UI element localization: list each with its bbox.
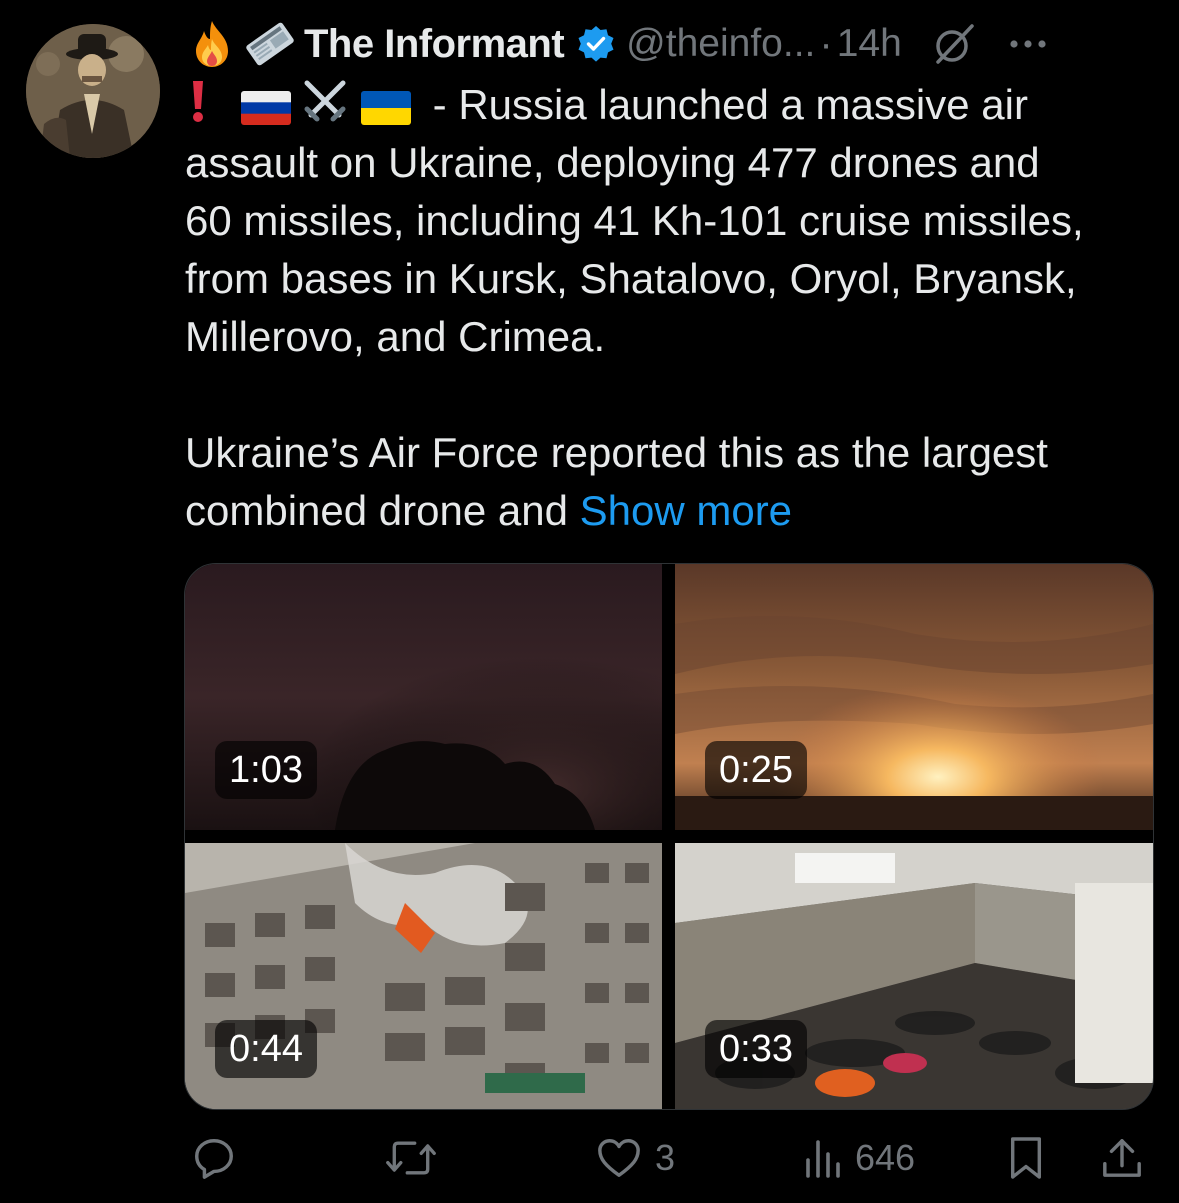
- retweet-button[interactable]: [385, 1130, 449, 1186]
- newspaper-emoji-icon: [244, 20, 296, 68]
- author-handle[interactable]: @theinfo...: [626, 22, 815, 66]
- show-more-link[interactable]: Show more: [580, 487, 792, 534]
- time-separator: ·: [819, 21, 833, 66]
- video-duration-badge: 0:44: [215, 1020, 317, 1078]
- verified-badge-icon[interactable]: [576, 24, 616, 64]
- tweet-text-line-5: Millerovo, and Crimea.: [185, 313, 606, 360]
- tweet-text-segment: - Russia launched a massive air: [421, 81, 1028, 128]
- video-thumbnail-3[interactable]: 0:44: [185, 843, 662, 1109]
- heart-icon: [598, 1139, 640, 1177]
- views-button[interactable]: 646: [803, 1130, 915, 1186]
- tweet-text-line-6: Ukraine’s Air Force reported this as the…: [185, 429, 1048, 476]
- share-icon: [1103, 1139, 1141, 1177]
- retweet-icon: [386, 1141, 436, 1175]
- like-button[interactable]: 3: [595, 1130, 675, 1186]
- media-grid: 1:03 0:25 0:44 0:33: [184, 563, 1154, 1110]
- tweet-text-line-2: assault on Ukraine, deploying 477 drones…: [185, 139, 1040, 186]
- ukraine-flag-emoji-icon: [361, 82, 411, 125]
- share-button[interactable]: [1101, 1130, 1143, 1186]
- tweet-header: The Informant @theinfo... · 14h: [190, 16, 1048, 72]
- video-thumbnail-2[interactable]: 0:25: [675, 564, 1153, 830]
- views-count: 646: [855, 1137, 916, 1178]
- video-duration-badge: 0:25: [705, 741, 807, 799]
- tweet-timestamp[interactable]: 14h: [837, 22, 902, 66]
- video-thumbnail-4[interactable]: 0:33: [675, 843, 1153, 1109]
- more-options-icon[interactable]: [1008, 38, 1048, 50]
- video-thumbnail-1[interactable]: 1:03: [185, 564, 662, 830]
- tweet-text-line-7: combined drone and Show more: [185, 482, 1160, 540]
- bookmark-icon: [1010, 1137, 1042, 1179]
- video-duration-badge: 0:33: [705, 1020, 807, 1078]
- grok-icon[interactable]: [932, 22, 976, 66]
- bookmark-button[interactable]: [1007, 1130, 1045, 1186]
- reply-icon: [195, 1139, 233, 1179]
- tweet-text-line-3: 60 missiles, including 41 Kh-101 cruise …: [185, 197, 1084, 244]
- author-avatar[interactable]: [26, 24, 160, 158]
- tweet-body: - Russia launched a massive air assault …: [185, 76, 1160, 540]
- author-display-name[interactable]: The Informant: [304, 22, 565, 67]
- avatar-portrait-icon: [26, 24, 160, 158]
- fire-emoji-icon: [190, 19, 234, 69]
- tweet-text-line-4: from bases in Kursk, Shatalovo, Oryol, B…: [185, 255, 1077, 302]
- tweet-text-line-1: - Russia launched a massive air: [185, 76, 1160, 134]
- tweet-action-bar: 3 646: [185, 1130, 1145, 1186]
- red-exclamation-emoji-icon: [185, 79, 211, 125]
- reply-button[interactable]: [191, 1130, 237, 1186]
- crossed-swords-emoji-icon: [301, 77, 349, 125]
- video-duration-badge: 1:03: [215, 741, 317, 799]
- like-count: 3: [655, 1137, 676, 1178]
- views-icon: [806, 1140, 840, 1178]
- tweet-text-segment: combined drone and: [185, 487, 580, 534]
- russia-flag-emoji-icon: [241, 82, 291, 125]
